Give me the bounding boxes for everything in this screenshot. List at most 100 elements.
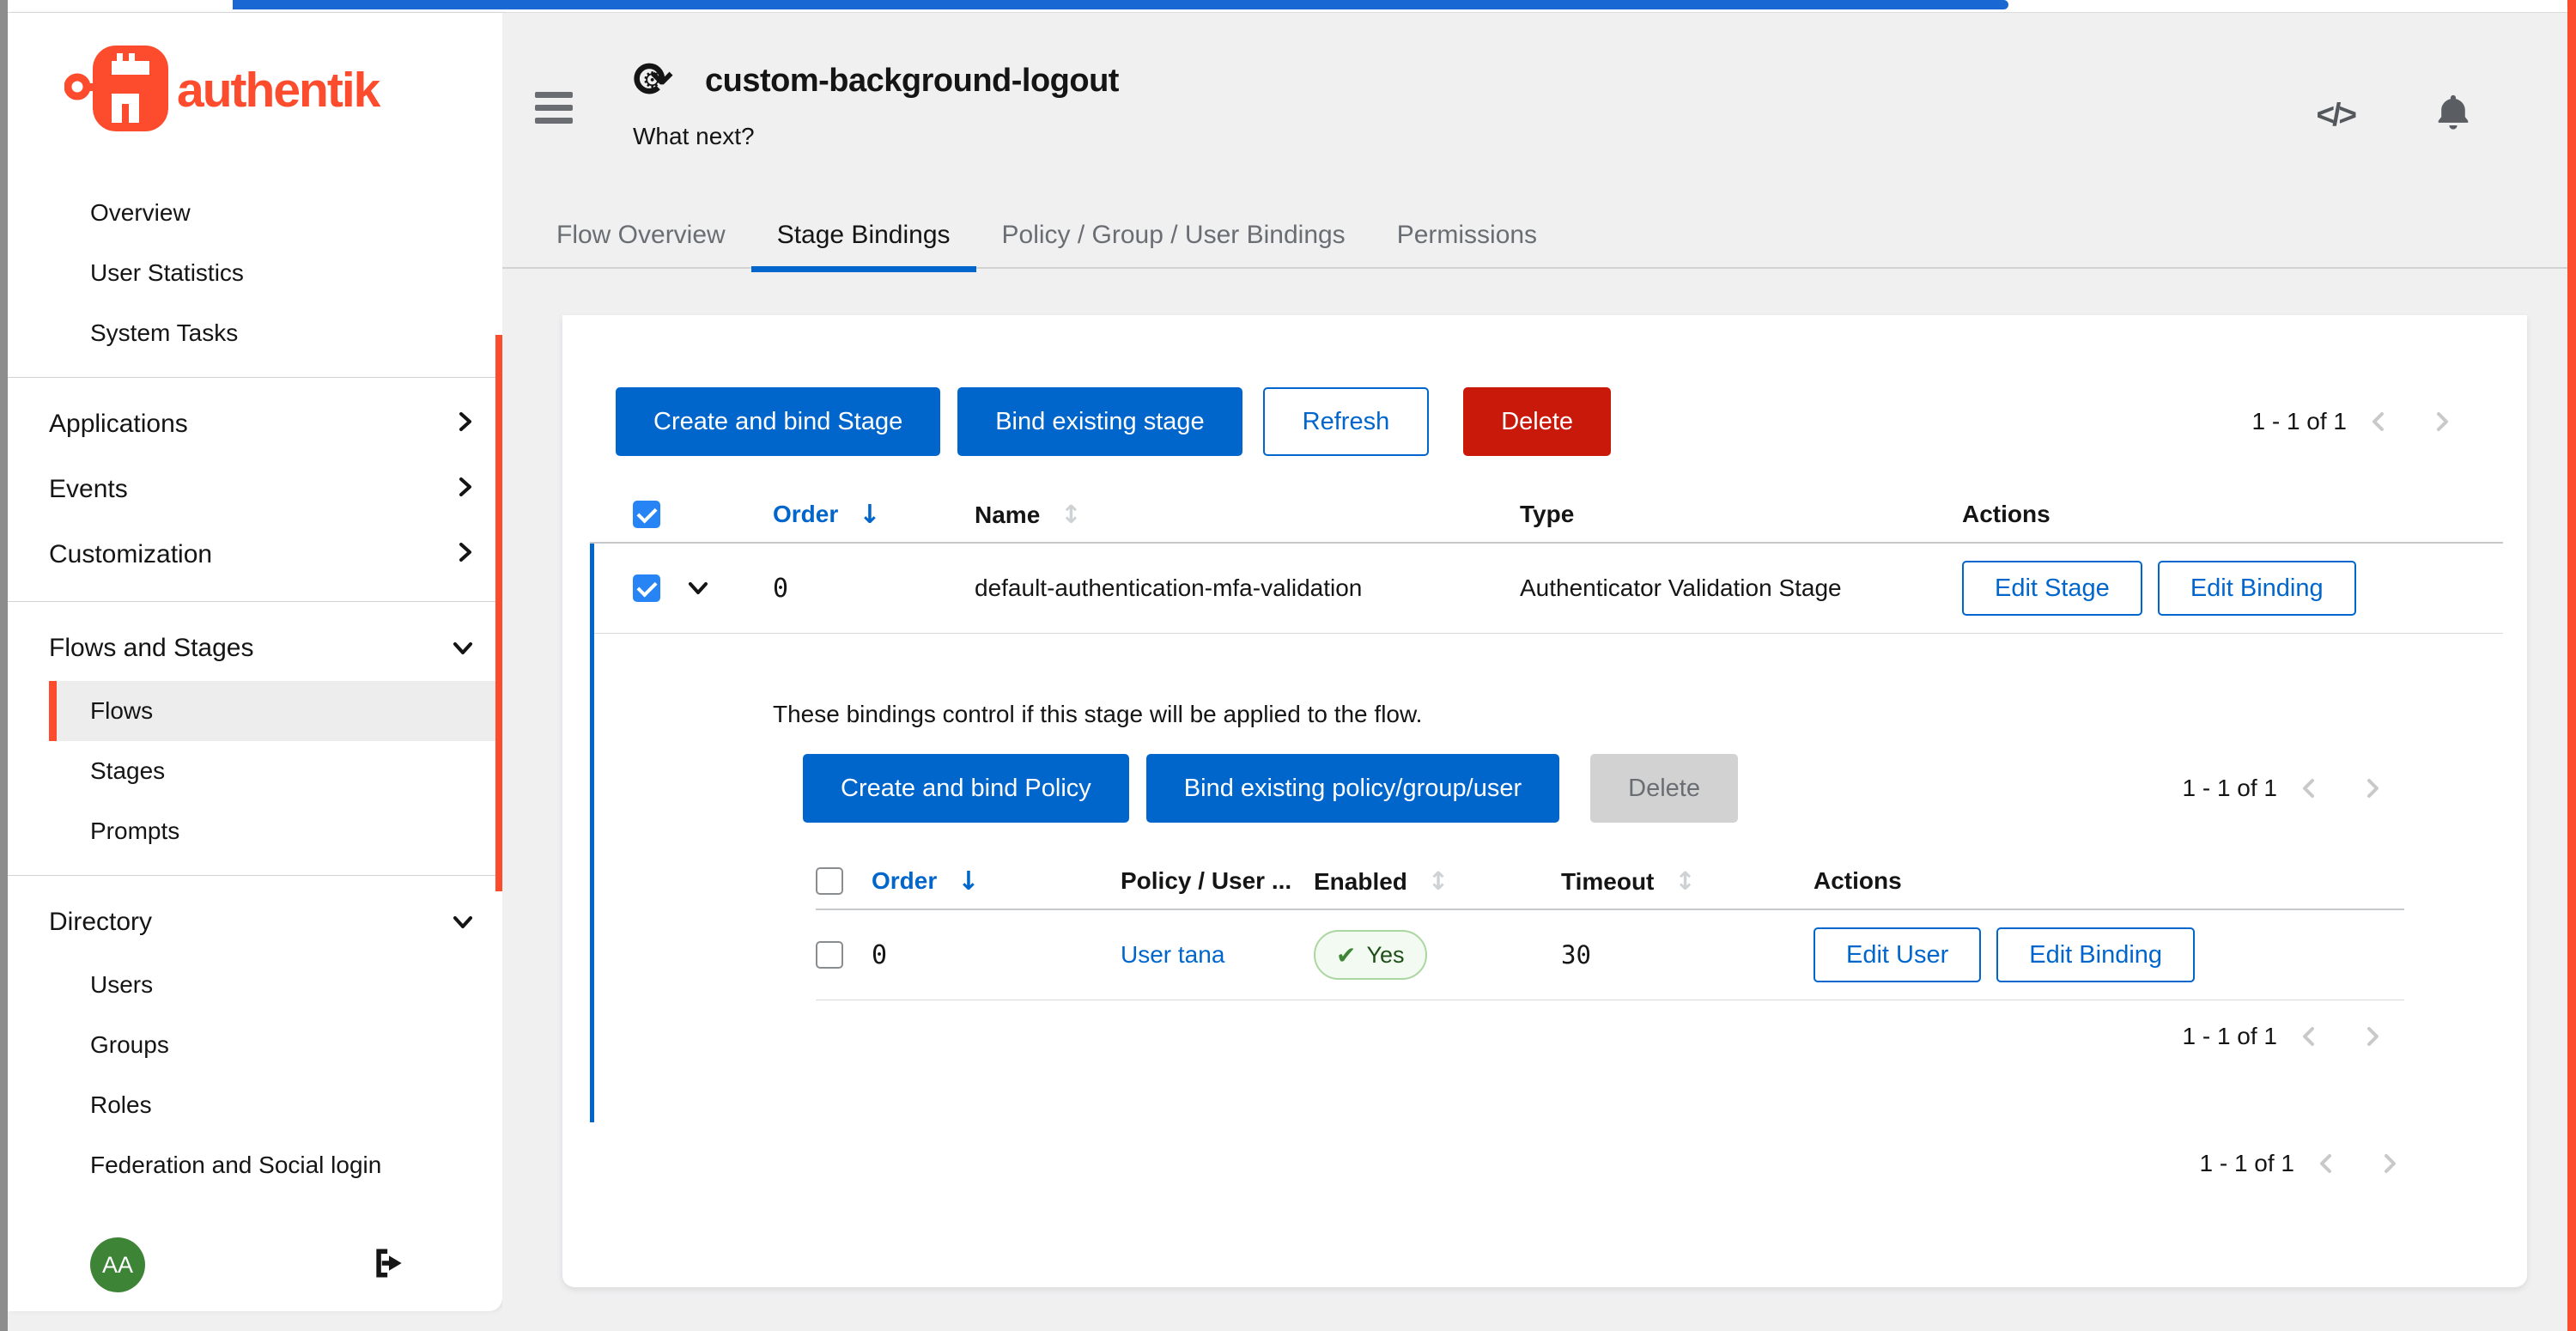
prev-page-button[interactable] bbox=[2277, 1024, 2341, 1048]
chevron-right-icon bbox=[458, 475, 473, 504]
sidebar-footer: AA bbox=[8, 1237, 502, 1292]
sidebar-section-events[interactable]: Events bbox=[8, 457, 502, 522]
policy-user-link[interactable]: User tana bbox=[1121, 941, 1224, 968]
table-header: Order ↓ Name↕ Type Actions bbox=[590, 487, 2503, 544]
tab-policy-group-user-bindings[interactable]: Policy / Group / User Bindings bbox=[976, 204, 1371, 267]
edit-binding-button[interactable]: Edit Binding bbox=[1996, 927, 2195, 982]
api-code-icon[interactable]: </> bbox=[2317, 97, 2355, 133]
edit-binding-button[interactable]: Edit Binding bbox=[2158, 561, 2356, 616]
table-header: Order ↓ Policy / User ... Enabled↕ bbox=[816, 854, 2404, 910]
sidebar-section-directory[interactable]: Directory bbox=[8, 890, 502, 955]
column-timeout[interactable]: Timeout↕ bbox=[1561, 866, 1814, 896]
row-checkbox[interactable] bbox=[816, 941, 843, 969]
policy-toolbar: Create and bind Policy Bind existing pol… bbox=[773, 754, 2503, 823]
policy-bindings-table: Order ↓ Policy / User ... Enabled↕ bbox=[816, 854, 2404, 1000]
tab-flow-overview[interactable]: Flow Overview bbox=[531, 204, 751, 267]
enabled-badge: ✔ Yes bbox=[1314, 930, 1427, 980]
stage-bindings-panel: Create and bind Stage Bind existing stag… bbox=[562, 315, 2527, 1287]
tab-permissions[interactable]: Permissions bbox=[1371, 204, 1563, 267]
pagination-top: 1 - 1 of 1 bbox=[2251, 408, 2474, 435]
sidebar-item-groups[interactable]: Groups bbox=[49, 1015, 502, 1075]
expanded-content: These bindings control if this stage wil… bbox=[594, 634, 2503, 1122]
window-right-accent-strip bbox=[2567, 0, 2576, 1331]
app-window: authentik Overview User Statistics Syste… bbox=[0, 0, 2576, 1331]
avatar[interactable]: AA bbox=[90, 1237, 145, 1292]
cell-name: default-authentication-mfa-validation bbox=[975, 574, 1520, 602]
table-row[interactable]: 0 User tana ✔ Yes 30 bbox=[816, 910, 2404, 1000]
tab-bar: Flow Overview Stage Bindings Policy / Gr… bbox=[502, 204, 2567, 269]
stage-toolbar: Create and bind Stage Bind existing stag… bbox=[562, 315, 2527, 456]
sidebar: authentik Overview User Statistics Syste… bbox=[8, 13, 502, 1311]
sidebar-section-applications[interactable]: Applications bbox=[8, 392, 502, 457]
page-subtitle: What next? bbox=[633, 123, 2567, 150]
sidebar-scrollbar[interactable] bbox=[495, 335, 502, 891]
sidebar-section-flows-and-stages[interactable]: Flows and Stages bbox=[8, 616, 502, 681]
sidebar-section-customization[interactable]: Customization bbox=[8, 522, 502, 587]
expand-toggle-icon[interactable] bbox=[688, 574, 708, 602]
sidebar-item-roles[interactable]: Roles bbox=[49, 1075, 502, 1135]
delete-button[interactable]: Delete bbox=[1463, 387, 1611, 456]
delete-policy-button[interactable]: Delete bbox=[1590, 754, 1738, 823]
pagination-label: 1 - 1 of 1 bbox=[2199, 1150, 2294, 1177]
refresh-button[interactable]: Refresh bbox=[1263, 387, 1430, 456]
row-checkbox[interactable] bbox=[633, 574, 660, 602]
sort-icon: ↕ bbox=[1428, 866, 1449, 896]
header-actions: </> bbox=[2317, 92, 2474, 137]
next-page-button[interactable] bbox=[2341, 1024, 2404, 1048]
column-name[interactable]: Name↕ bbox=[975, 500, 1520, 529]
flow-process-icon: ⟳ ⚙ bbox=[633, 56, 683, 106]
sidebar-item-federation-social-login[interactable]: Federation and Social login bbox=[49, 1135, 502, 1195]
prev-page-button[interactable] bbox=[2347, 410, 2410, 434]
sidebar-divider bbox=[8, 377, 502, 378]
column-order[interactable]: Order ↓ bbox=[773, 500, 975, 530]
sign-out-icon[interactable] bbox=[370, 1244, 408, 1286]
select-all-checkbox[interactable] bbox=[633, 501, 660, 528]
bindings-description: These bindings control if this stage wil… bbox=[773, 701, 2503, 728]
cell-timeout: 30 bbox=[1561, 940, 1814, 969]
column-policy-user: Policy / User ... bbox=[1121, 867, 1314, 895]
column-enabled[interactable]: Enabled↕ bbox=[1314, 866, 1561, 896]
cell-order: 0 bbox=[773, 574, 975, 604]
progress-bar bbox=[233, 0, 2008, 9]
pagination-label: 1 - 1 of 1 bbox=[2251, 408, 2347, 435]
select-all-checkbox[interactable] bbox=[816, 867, 843, 895]
sidebar-item-overview[interactable]: Overview bbox=[49, 183, 502, 243]
bind-existing-policy-button[interactable]: Bind existing policy/group/user bbox=[1146, 754, 1559, 823]
next-page-button[interactable] bbox=[2410, 410, 2474, 434]
next-page-button[interactable] bbox=[2358, 1152, 2421, 1176]
chevron-right-icon bbox=[458, 410, 473, 439]
expanded-row-block: 0 default-authentication-mfa-validation … bbox=[590, 544, 2503, 1122]
sidebar-item-users[interactable]: Users bbox=[49, 955, 502, 1015]
sidebar-item-prompts[interactable]: Prompts bbox=[49, 801, 502, 861]
pagination-inner-top: 1 - 1 of 1 bbox=[2182, 775, 2404, 802]
prev-page-button[interactable] bbox=[2294, 1152, 2358, 1176]
authentik-logo-icon bbox=[64, 40, 172, 141]
edit-user-button[interactable]: Edit User bbox=[1814, 927, 1981, 982]
brand-wordmark: authentik bbox=[177, 62, 379, 119]
table-row[interactable]: 0 default-authentication-mfa-validation … bbox=[594, 544, 2503, 634]
sidebar-item-stages[interactable]: Stages bbox=[49, 741, 502, 801]
sidebar-item-flows[interactable]: Flows bbox=[49, 681, 502, 741]
chevron-down-icon bbox=[453, 634, 473, 663]
bind-existing-stage-button[interactable]: Bind existing stage bbox=[957, 387, 1242, 456]
next-page-button[interactable] bbox=[2341, 776, 2404, 800]
create-and-bind-policy-button[interactable]: Create and bind Policy bbox=[803, 754, 1129, 823]
pagination-bottom: 1 - 1 of 1 bbox=[2199, 1150, 2421, 1177]
column-order[interactable]: Order ↓ bbox=[872, 866, 1121, 896]
tab-stage-bindings[interactable]: Stage Bindings bbox=[751, 204, 976, 267]
prev-page-button[interactable] bbox=[2277, 776, 2341, 800]
sidebar-item-system-tasks[interactable]: System Tasks bbox=[49, 303, 502, 363]
check-icon: ✔ bbox=[1336, 941, 1356, 969]
hamburger-menu-icon[interactable] bbox=[535, 92, 573, 131]
edit-stage-button[interactable]: Edit Stage bbox=[1962, 561, 2142, 616]
pagination-label: 1 - 1 of 1 bbox=[2182, 1023, 2277, 1050]
cell-type: Authenticator Validation Stage bbox=[1520, 574, 1962, 602]
sidebar-item-user-statistics[interactable]: User Statistics bbox=[49, 243, 502, 303]
create-and-bind-stage-button[interactable]: Create and bind Stage bbox=[616, 387, 940, 456]
chevron-down-icon bbox=[453, 908, 473, 937]
notification-bell-icon[interactable] bbox=[2433, 92, 2473, 137]
authentik-logo[interactable]: authentik bbox=[8, 13, 502, 167]
main-content: ⟳ ⚙ custom-background-logout What next? … bbox=[502, 13, 2567, 1331]
page-header: ⟳ ⚙ custom-background-logout What next? bbox=[502, 13, 2567, 150]
window-left-edge bbox=[0, 0, 8, 1331]
